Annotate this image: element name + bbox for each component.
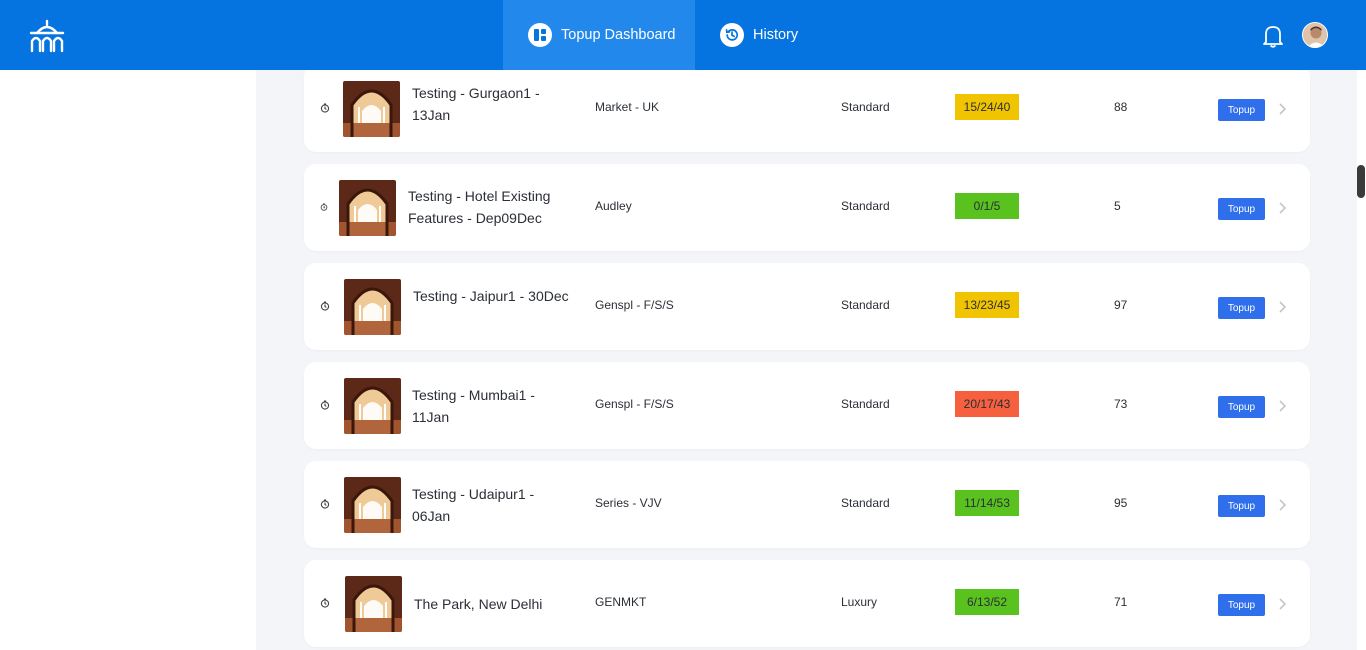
list-item[interactable]: Testing - Jaipur1 - 30Dec Genspl - F/S/S… <box>304 263 1310 350</box>
topup-button[interactable]: Topup <box>1218 297 1265 319</box>
count-value: 73 <box>1114 397 1128 411</box>
category-label: Standard <box>841 298 890 312</box>
status-badge: 13/23/45 <box>955 292 1019 318</box>
market-label: Audley <box>595 199 632 213</box>
chevron-right-icon[interactable] <box>1277 498 1287 512</box>
list-item[interactable]: Testing - Udaipur1 - 06Jan Series - VJV … <box>304 461 1310 548</box>
topup-button[interactable]: Topup <box>1218 198 1265 220</box>
pending-clock-icon <box>320 301 330 311</box>
list-item[interactable]: Testing - Hotel Existing Features - Dep0… <box>304 164 1310 251</box>
hotel-thumbnail <box>344 279 401 335</box>
list-item[interactable]: Testing - Gurgaon1 - 13Jan Market - UK S… <box>304 70 1310 152</box>
status-badge: 20/17/43 <box>955 391 1019 417</box>
status-badge: 0/1/5 <box>955 193 1019 219</box>
count-value: 88 <box>1114 100 1128 114</box>
category-label: Standard <box>841 397 890 411</box>
list-item[interactable]: Testing - Mumbai1 - 11Jan Genspl - F/S/S… <box>304 362 1310 449</box>
hotel-thumbnail <box>345 576 402 632</box>
tab-history[interactable]: History <box>705 0 825 70</box>
pending-clock-icon <box>320 499 330 509</box>
tab-topup-dashboard[interactable]: Topup Dashboard <box>503 0 695 70</box>
hotel-name: Testing - Hotel Existing Features - Dep0… <box>408 188 551 226</box>
market-label: GENMKT <box>595 595 647 609</box>
chevron-right-icon[interactable] <box>1277 201 1287 215</box>
hotel-thumbnail <box>344 378 401 434</box>
status-badge: 11/14/53 <box>955 490 1019 516</box>
status-badge: 6/13/52 <box>955 589 1019 615</box>
count-value: 71 <box>1114 595 1128 609</box>
status-badge: 15/24/40 <box>955 94 1019 120</box>
category-label: Standard <box>841 100 890 114</box>
market-label: Market - UK <box>595 100 660 114</box>
pending-clock-icon <box>320 598 330 608</box>
list-item[interactable]: The Park, New Delhi GENMKT Luxury 6/13/5… <box>304 560 1310 647</box>
hotel-name: Testing - Jaipur1 - 30Dec <box>413 288 569 304</box>
history-icon <box>720 23 744 47</box>
category-label: Standard <box>841 199 890 213</box>
chevron-right-icon[interactable] <box>1277 300 1287 314</box>
hotel-name: Testing - Mumbai1 - 11Jan <box>412 387 535 425</box>
pending-clock-icon <box>320 103 330 113</box>
pending-clock-icon <box>320 400 330 410</box>
chevron-right-icon[interactable] <box>1277 399 1287 413</box>
category-label: Luxury <box>841 595 878 609</box>
count-value: 95 <box>1114 496 1128 510</box>
topup-button[interactable]: Topup <box>1218 99 1265 121</box>
top-navigation-bar: Topup Dashboard History <box>0 0 1366 70</box>
bell-icon[interactable] <box>1262 24 1284 48</box>
topup-button[interactable]: Topup <box>1218 396 1265 418</box>
sidebar <box>0 70 256 650</box>
hotel-thumbnail <box>339 180 396 236</box>
hotel-thumbnail <box>344 477 401 533</box>
pending-clock-icon <box>320 203 328 211</box>
hotel-name: Testing - Udaipur1 - 06Jan <box>412 486 535 524</box>
user-avatar[interactable] <box>1302 22 1328 48</box>
chevron-right-icon[interactable] <box>1277 102 1287 116</box>
topup-button[interactable]: Topup <box>1218 495 1265 517</box>
topup-list: Testing - Gurgaon1 - 13Jan Market - UK S… <box>256 70 1357 650</box>
tab-label: History <box>753 27 799 43</box>
tab-label: Topup Dashboard <box>561 27 676 43</box>
hotel-thumbnail <box>343 81 400 137</box>
category-label: Standard <box>841 496 890 510</box>
hotel-name: The Park, New Delhi <box>414 596 543 612</box>
count-value: 97 <box>1114 298 1128 312</box>
count-value: 5 <box>1114 199 1121 213</box>
chevron-right-icon[interactable] <box>1277 597 1287 611</box>
scrollbar-track[interactable] <box>1357 70 1366 650</box>
market-label: Series - VJV <box>595 496 662 510</box>
hotel-name: Testing - Gurgaon1 - 13Jan <box>412 85 540 123</box>
topup-button[interactable]: Topup <box>1218 594 1265 616</box>
dashboard-icon <box>528 23 552 47</box>
market-label: Genspl - F/S/S <box>595 397 674 411</box>
market-label: Genspl - F/S/S <box>595 298 674 312</box>
logo-icon[interactable] <box>28 19 66 53</box>
scrollbar-thumb[interactable] <box>1357 165 1365 198</box>
